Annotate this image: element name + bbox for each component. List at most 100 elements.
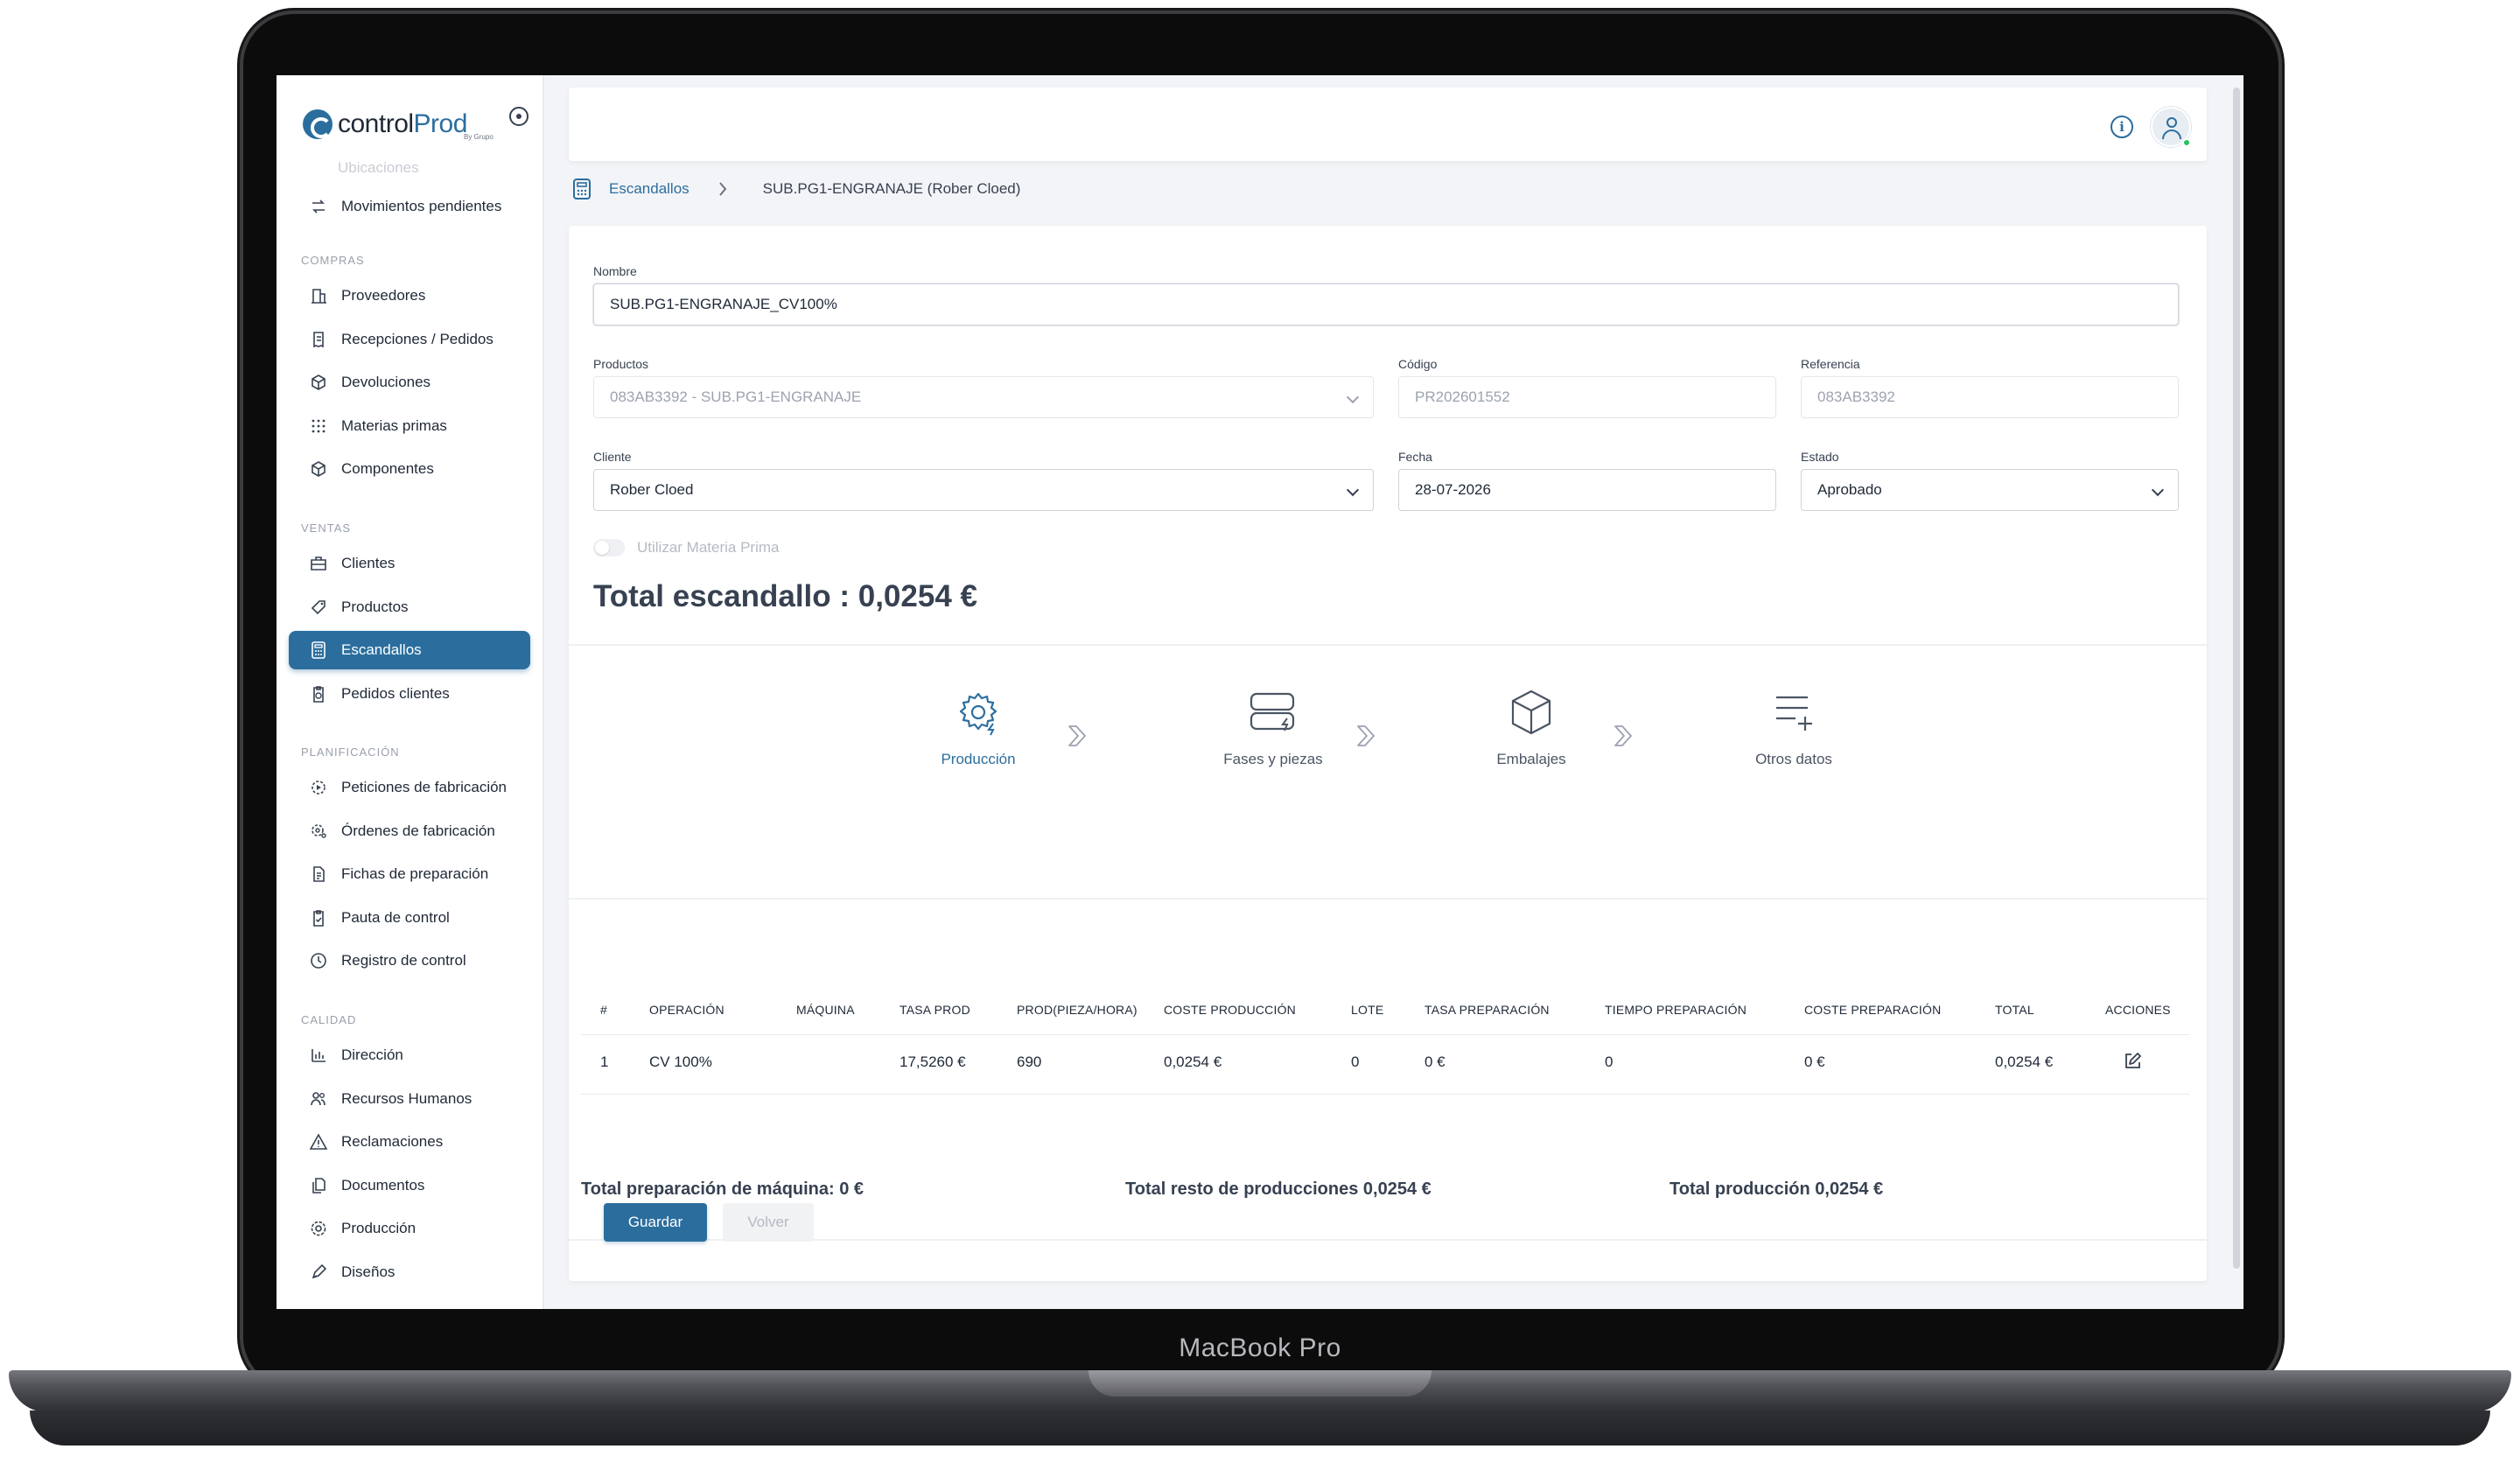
calculator-icon bbox=[310, 641, 327, 659]
sidebar-item-proveedores[interactable]: Proveedores bbox=[289, 276, 530, 315]
step-otros-datos[interactable]: Otros datos bbox=[1732, 688, 1855, 768]
sidebar-item-órdenes-de-fabricación[interactable]: Órdenes de fabricación bbox=[289, 812, 530, 850]
sidebar-section-title: PLANIFICACIÓN bbox=[301, 746, 400, 759]
sidebar-item-movimientos-pendientes[interactable]: Movimientos pendientes bbox=[289, 187, 530, 226]
table-header-cell: PROD(PIEZA/HORA) bbox=[1017, 1003, 1138, 1017]
sidebar-item-diseños[interactable]: Diseños bbox=[289, 1253, 530, 1292]
sidebar-item-label: Fichas de preparación bbox=[341, 865, 489, 882]
gear-settings-icon bbox=[952, 688, 1004, 737]
step-label: Producción bbox=[941, 751, 1016, 767]
sidebar-item-componentes[interactable]: Componentes bbox=[289, 450, 530, 488]
table-cell: 0 bbox=[1605, 1054, 1614, 1070]
server-bolt-icon bbox=[1247, 688, 1299, 737]
total-escandallo-title: Total escandallo : 0,0254 € bbox=[593, 579, 977, 613]
table-header-cell: COSTE PRODUCCIÓN bbox=[1164, 1003, 1296, 1017]
sidebar-item-recepciones-pedidos[interactable]: Recepciones / Pedidos bbox=[289, 320, 530, 359]
table-cell: CV 100% bbox=[649, 1054, 712, 1070]
step-arrow-icon bbox=[1614, 725, 1632, 746]
return-box-icon bbox=[310, 374, 327, 391]
clock-icon bbox=[310, 952, 327, 970]
sidebar-item-label: Materias primas bbox=[341, 416, 447, 434]
sidebar-item-label: Componentes bbox=[341, 460, 434, 477]
sidebar-item-registro-de-control[interactable]: Registro de control bbox=[289, 942, 530, 980]
sidebar-item-dirección[interactable]: Dirección bbox=[289, 1036, 530, 1074]
sidebar-item-label: Producción bbox=[341, 1220, 416, 1236]
sidebar-item-fichas-de-preparación[interactable]: Fichas de preparación bbox=[289, 855, 530, 893]
table-cell: 0,0254 € bbox=[1995, 1054, 2054, 1070]
breadcrumb: Escandallos SUB.PG1-ENGRANAJE (Rober Clo… bbox=[572, 175, 1020, 203]
sidebar-item-reclamaciones[interactable]: Reclamaciones bbox=[289, 1123, 530, 1161]
productos-select[interactable]: 083AB3392 - SUB.PG1-ENGRANAJE bbox=[593, 376, 1374, 418]
sidebar-item-escandallos[interactable]: Escandallos bbox=[289, 631, 530, 669]
sidebar-item-documentos[interactable]: Documentos bbox=[289, 1166, 530, 1205]
sidebar: controlProd By Grupo Ubicaciones Movimie… bbox=[276, 75, 544, 1309]
table-cell: 0 bbox=[1351, 1054, 1360, 1070]
documents-icon bbox=[310, 1177, 327, 1194]
step-produccion[interactable]: Producción bbox=[917, 688, 1040, 768]
total-preparacion-maquina: Total preparación de máquina: 0 € bbox=[581, 1180, 864, 1199]
table-header-cell: TOTAL bbox=[1995, 1003, 2034, 1017]
sidebar-item-label: Diseños bbox=[341, 1263, 396, 1280]
list-add-icon bbox=[1768, 688, 1820, 737]
chevron-down-icon bbox=[1346, 390, 1360, 404]
step-embalajes[interactable]: Embalajes bbox=[1479, 688, 1584, 768]
table-cell: 0,0254 € bbox=[1164, 1054, 1222, 1070]
materia-prima-toggle-row: Utilizar Materia Prima bbox=[593, 539, 779, 556]
sidebar-item-devoluciones[interactable]: Devoluciones bbox=[289, 363, 530, 402]
materia-prima-toggle[interactable] bbox=[593, 539, 625, 556]
app-logo[interactable]: controlProd bbox=[303, 107, 467, 142]
step-label: Fases y piezas bbox=[1223, 751, 1323, 767]
divider bbox=[569, 644, 2207, 646]
referencia-input[interactable]: 083AB3392 bbox=[1801, 376, 2179, 418]
sidebar-item-label: Pedidos clientes bbox=[341, 684, 450, 702]
referencia-value: 083AB3392 bbox=[1817, 388, 1895, 405]
table-header-cell: TASA PREPARACIÓN bbox=[1424, 1003, 1550, 1017]
cube-icon bbox=[310, 460, 327, 478]
pen-icon bbox=[310, 1264, 327, 1281]
cliente-value: Rober Cloed bbox=[610, 481, 694, 498]
warning-icon bbox=[310, 1133, 327, 1151]
table-header-cell: COSTE PREPARACIÓN bbox=[1804, 1003, 1942, 1017]
sidebar-item-label: Registro de control bbox=[341, 952, 466, 969]
avatar[interactable] bbox=[2151, 107, 2191, 147]
edit-icon[interactable] bbox=[2123, 1052, 2142, 1075]
breadcrumb-root-link[interactable]: Escandallos bbox=[609, 180, 690, 198]
codigo-label: Código bbox=[1398, 357, 1438, 371]
sidebar-item-ubicaciones[interactable]: Ubicaciones bbox=[338, 159, 419, 177]
sidebar-item-clientes[interactable]: Clientes bbox=[289, 544, 530, 583]
sidebar-item-producción[interactable]: Producción bbox=[289, 1209, 530, 1248]
nombre-input[interactable]: SUB.PG1-ENGRANAJE_CV100% bbox=[593, 284, 2179, 326]
app-screen: controlProd By Grupo Ubicaciones Movimie… bbox=[276, 75, 2244, 1309]
cliente-label: Cliente bbox=[593, 450, 632, 464]
sidebar-item-recursos-humanos[interactable]: Recursos Humanos bbox=[289, 1080, 530, 1118]
codigo-input[interactable]: PR202601552 bbox=[1398, 376, 1776, 418]
sidebar-item-label: Clientes bbox=[341, 555, 396, 571]
total-resto-producciones: Total resto de producciones 0,0254 € bbox=[1125, 1180, 1432, 1199]
sidebar-item-label: Productos bbox=[341, 598, 409, 615]
chart-icon bbox=[310, 1046, 327, 1064]
total-produccion: Total producción 0,0254 € bbox=[1670, 1180, 1884, 1199]
sidebar-item-pedidos-clientes[interactable]: Pedidos clientes bbox=[289, 675, 530, 713]
page-scrollbar[interactable] bbox=[2233, 88, 2240, 1269]
device-label: MacBook Pro bbox=[1179, 1334, 1341, 1362]
table-cell: 0 € bbox=[1424, 1054, 1446, 1070]
sidebar-item-label: Reclamaciones bbox=[341, 1133, 444, 1150]
sidebar-item-materias-primas[interactable]: Materias primas bbox=[289, 407, 530, 445]
info-icon[interactable]: i bbox=[2110, 116, 2133, 138]
sidebar-item-peticiones-de-fabricación[interactable]: Peticiones de fabricación bbox=[289, 768, 530, 807]
sidebar-item-label: Recepciones / Pedidos bbox=[341, 330, 494, 347]
back-button[interactable]: Volver bbox=[723, 1203, 814, 1242]
table-row-line bbox=[581, 1094, 2189, 1095]
fecha-input[interactable]: 28-07-2026 bbox=[1398, 469, 1776, 511]
chevron-down-icon bbox=[1346, 483, 1360, 497]
sidebar-item-productos[interactable]: Productos bbox=[289, 588, 530, 626]
collapse-sidebar-icon[interactable] bbox=[509, 107, 528, 126]
step-fases-piezas[interactable]: Fases y piezas bbox=[1199, 688, 1348, 768]
sidebar-item-label: Devoluciones bbox=[341, 374, 431, 390]
save-button[interactable]: Guardar bbox=[604, 1203, 707, 1242]
estado-select[interactable]: Aprobado bbox=[1801, 469, 2179, 511]
logo-mark-icon bbox=[303, 109, 332, 139]
referencia-label: Referencia bbox=[1801, 357, 1860, 371]
sidebar-item-pauta-de-control[interactable]: Pauta de control bbox=[289, 899, 530, 937]
cliente-select[interactable]: Rober Cloed bbox=[593, 469, 1374, 511]
